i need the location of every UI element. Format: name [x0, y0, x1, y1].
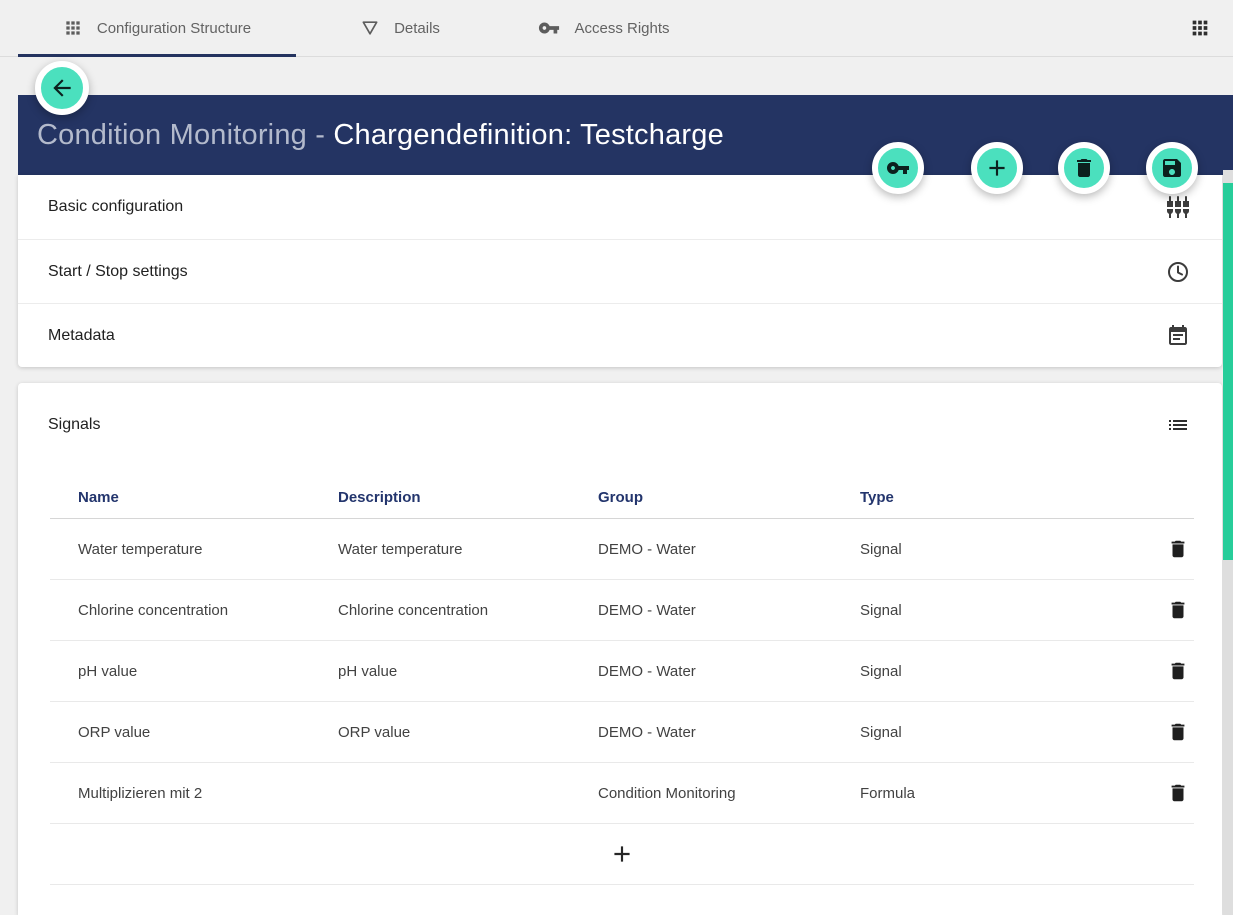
- add-signal-button[interactable]: [50, 824, 1194, 885]
- vertical-scrollbar-thumb[interactable]: [1223, 183, 1233, 560]
- page-header: Condition Monitoring - Chargendefinition…: [18, 95, 1233, 175]
- table-row[interactable]: pH value pH value DEMO - Water Signal: [50, 641, 1194, 702]
- apps-grid-icon: [63, 18, 83, 38]
- save-icon: [1160, 156, 1184, 180]
- clock-icon: [1166, 260, 1190, 284]
- delete-button[interactable]: [1058, 142, 1110, 194]
- plus-icon: [984, 155, 1010, 181]
- cell-type: Formula: [832, 785, 1154, 802]
- list-icon[interactable]: [1166, 413, 1190, 437]
- tab-configuration-structure[interactable]: Configuration Structure: [18, 0, 296, 57]
- tab-details[interactable]: Details: [296, 0, 504, 57]
- delete-row-button[interactable]: [1162, 716, 1194, 748]
- back-button[interactable]: [35, 61, 89, 115]
- cell-description: ORP value: [310, 724, 570, 741]
- apps-grid-icon[interactable]: [1189, 17, 1211, 39]
- cell-group: DEMO - Water: [570, 541, 832, 558]
- cell-type: Signal: [832, 541, 1154, 558]
- plus-icon: [609, 841, 635, 867]
- delete-row-button[interactable]: [1162, 777, 1194, 809]
- column-header-description: Description: [310, 489, 570, 506]
- table-header-row: Name Description Group Type: [50, 477, 1194, 519]
- arrow-left-icon: [49, 75, 75, 101]
- trash-icon: [1167, 660, 1189, 682]
- cell-name: Water temperature: [50, 541, 310, 558]
- add-button[interactable]: [971, 142, 1023, 194]
- cell-name: pH value: [50, 663, 310, 680]
- tab-label: Details: [394, 20, 440, 37]
- table-row[interactable]: Water temperature Water temperature DEMO…: [50, 519, 1194, 580]
- delete-row-button[interactable]: [1162, 655, 1194, 687]
- signals-header: Signals: [18, 383, 1222, 437]
- top-tab-bar: Configuration Structure Details Access R…: [0, 0, 1233, 57]
- cell-description: Water temperature: [310, 541, 570, 558]
- page-title: Condition Monitoring - Chargendefinition…: [37, 119, 724, 152]
- configuration-sections-card: Basic configuration Start / Stop setting…: [18, 175, 1222, 367]
- page-title-emphasis: Chargendefinition: Testcharge: [333, 119, 724, 151]
- cell-type: Signal: [832, 602, 1154, 619]
- trash-icon: [1167, 599, 1189, 621]
- funnel-icon: [360, 18, 380, 38]
- save-button[interactable]: [1146, 142, 1198, 194]
- delete-row-button[interactable]: [1162, 533, 1194, 565]
- trash-icon: [1167, 721, 1189, 743]
- trash-icon: [1072, 156, 1096, 180]
- sliders-icon: [1166, 195, 1190, 219]
- section-label: Basic configuration: [48, 198, 183, 216]
- table-row[interactable]: ORP value ORP value DEMO - Water Signal: [50, 702, 1194, 763]
- cell-description: pH value: [310, 663, 570, 680]
- cell-group: DEMO - Water: [570, 724, 832, 741]
- cell-group: DEMO - Water: [570, 602, 832, 619]
- tab-label: Access Rights: [574, 20, 669, 37]
- delete-row-button[interactable]: [1162, 594, 1194, 626]
- section-label: Metadata: [48, 327, 115, 345]
- cell-group: Condition Monitoring: [570, 785, 832, 802]
- section-label: Start / Stop settings: [48, 263, 188, 281]
- signals-card: Signals Name Description Group Type Wate…: [18, 383, 1222, 915]
- tab-access-rights[interactable]: Access Rights: [504, 0, 704, 57]
- cell-name: Multiplizieren mit 2: [50, 785, 310, 802]
- page-title-prefix: Condition Monitoring -: [37, 119, 333, 151]
- tab-label: Configuration Structure: [97, 20, 251, 37]
- key-icon: [538, 17, 560, 39]
- section-basic-configuration[interactable]: Basic configuration: [18, 175, 1222, 239]
- signals-title: Signals: [48, 416, 100, 434]
- section-metadata[interactable]: Metadata: [18, 303, 1222, 367]
- trash-icon: [1167, 782, 1189, 804]
- key-icon: [886, 156, 910, 180]
- cell-name: Chlorine concentration: [50, 602, 310, 619]
- access-rights-button[interactable]: [872, 142, 924, 194]
- calendar-note-icon: [1166, 324, 1190, 348]
- column-header-type: Type: [832, 489, 1154, 506]
- column-header-group: Group: [570, 489, 832, 506]
- column-header-name: Name: [50, 489, 310, 506]
- active-tab-indicator: [18, 54, 296, 57]
- cell-type: Signal: [832, 663, 1154, 680]
- trash-icon: [1167, 538, 1189, 560]
- cell-name: ORP value: [50, 724, 310, 741]
- cell-description: Chlorine concentration: [310, 602, 570, 619]
- vertical-scrollbar-track[interactable]: [1223, 170, 1233, 915]
- signals-table: Name Description Group Type Water temper…: [50, 477, 1194, 885]
- cell-type: Signal: [832, 724, 1154, 741]
- cell-group: DEMO - Water: [570, 663, 832, 680]
- section-start-stop-settings[interactable]: Start / Stop settings: [18, 239, 1222, 303]
- table-row[interactable]: Multiplizieren mit 2 Condition Monitorin…: [50, 763, 1194, 824]
- table-row[interactable]: Chlorine concentration Chlorine concentr…: [50, 580, 1194, 641]
